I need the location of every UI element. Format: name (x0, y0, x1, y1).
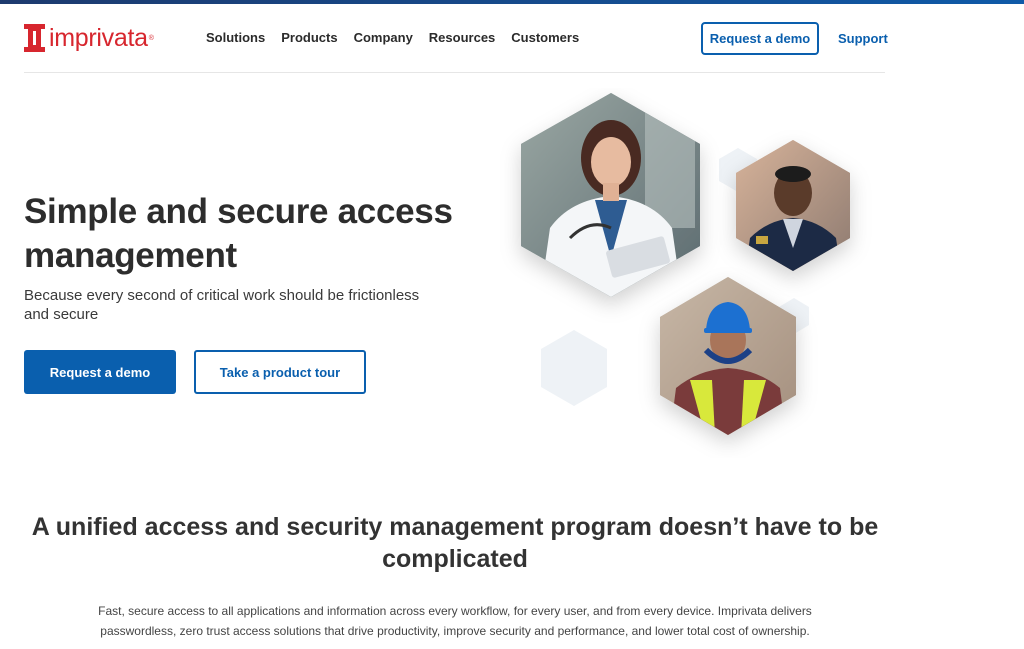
hero-request-demo-button[interactable]: Request a demo (24, 350, 176, 394)
hero-title: Simple and secure access management (24, 192, 453, 275)
nav-customers[interactable]: Customers (511, 30, 579, 45)
header-request-demo-button[interactable]: Request a demo (701, 22, 819, 55)
imprivata-logo[interactable]: imprivata ® (24, 22, 154, 54)
site-header: imprivata ® Solutions Products Company R… (0, 4, 1024, 72)
main-nav: Solutions Products Company Resources Cus… (206, 30, 595, 45)
nav-company[interactable]: Company (354, 30, 413, 45)
decor-hexagon (541, 330, 607, 406)
section-body: Fast, secure access to all applications … (98, 604, 812, 638)
hero-hexagon-collage (521, 93, 850, 435)
section-title: A unified access and security management… (31, 513, 879, 573)
nav-resources[interactable]: Resources (429, 30, 495, 45)
nav-solutions[interactable]: Solutions (206, 30, 265, 45)
product-tour-button[interactable]: Take a product tour (194, 350, 366, 394)
header-divider (24, 72, 885, 73)
construction-worker-photo (660, 277, 796, 435)
support-link[interactable]: Support (838, 31, 888, 46)
doctor-photo (521, 93, 700, 297)
nav-products[interactable]: Products (281, 30, 337, 45)
registered-mark: ® (148, 34, 154, 42)
hero-subtitle: Because every second of critical work sh… (24, 287, 420, 323)
imprivata-logo-icon (24, 24, 45, 52)
brand-name: imprivata (49, 23, 148, 52)
